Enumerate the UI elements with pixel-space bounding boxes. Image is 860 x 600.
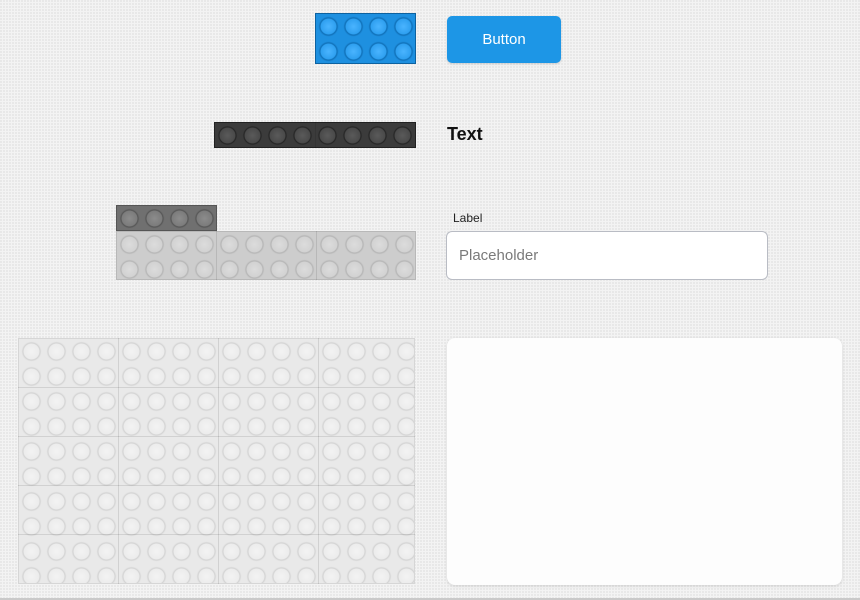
brick-seam (218, 338, 219, 584)
grey-lego-brick (116, 205, 217, 231)
brick-seam (318, 338, 319, 584)
blue-lego-brick (315, 13, 416, 64)
brick-seam (316, 231, 317, 280)
brick-seam (315, 122, 316, 148)
white-lego-plate (18, 338, 415, 584)
brick-seam (216, 231, 217, 280)
brick-seam (18, 485, 415, 486)
brick-seam (18, 534, 415, 535)
primary-button[interactable]: Button (447, 16, 561, 63)
brick-seam (118, 338, 119, 584)
light-grey-lego-brick (116, 231, 416, 280)
text-input[interactable] (446, 231, 768, 280)
text-element: Text (447, 124, 483, 144)
brick-seam (18, 387, 415, 388)
content-card (447, 338, 842, 585)
field-label: Label (453, 211, 483, 225)
brick-seam (18, 436, 415, 437)
